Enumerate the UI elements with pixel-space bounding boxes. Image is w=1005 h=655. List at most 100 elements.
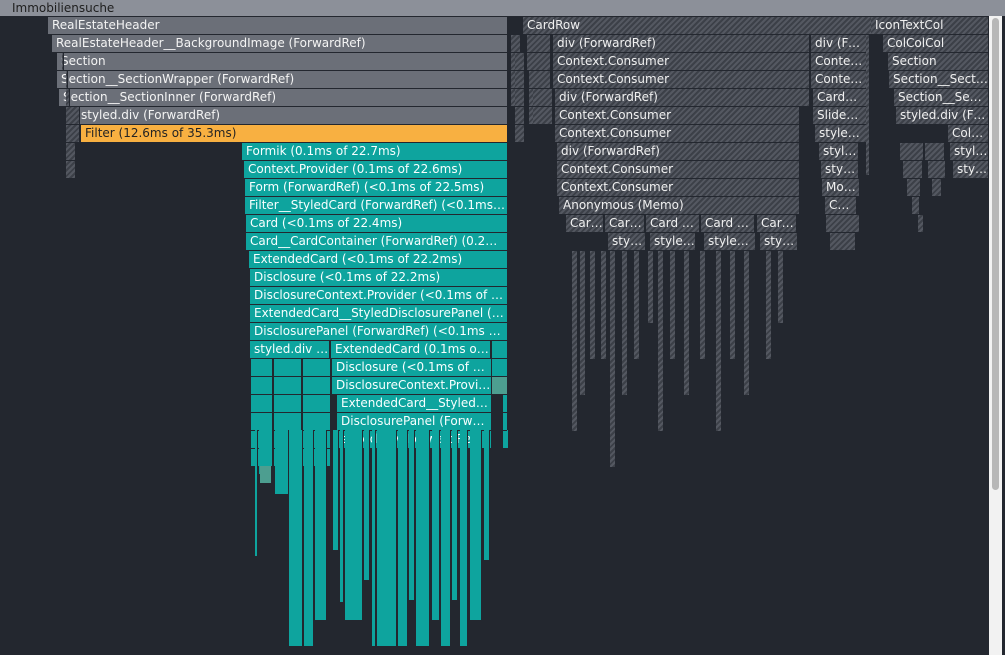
cardrow-node-1[interactable]: CardRow [523,17,877,34]
iconcol-node-5[interactable]: Section__Secti… [894,89,989,106]
card-grandchild-3[interactable]: styled… [704,233,756,250]
iconcol-node-8[interactable]: style… [950,143,989,160]
cardrow-stalactite[interactable] [700,251,706,359]
render-node-2[interactable]: Context.Provider (0.1ms of 22.6ms) [244,161,508,178]
render-node-11[interactable]: DisclosurePanel (ForwardRef) (<0.1ms of … [250,323,508,340]
rightcol-node-8[interactable]: styl… [821,161,859,178]
cardrow-stalactite[interactable] [766,251,772,359]
cardrow-stalactite[interactable] [601,251,607,359]
rightcol-sliver[interactable] [830,233,856,250]
cardrow-node-2[interactable]: div (ForwardRef) [553,35,810,52]
card-child-3[interactable]: Card k… [646,215,700,232]
flame-node-5[interactable]: Section__SectionInner (ForwardRef) [59,89,508,106]
rightcol-sliver[interactable] [866,35,870,175]
render-drip[interactable] [398,430,408,646]
flame-sliver[interactable] [66,71,68,88]
render-drip[interactable] [255,430,258,556]
rightcol-node-5[interactable]: Slide… [813,107,867,124]
iconcol-node-3[interactable]: Section [888,53,989,70]
render-drip[interactable] [345,430,363,620]
render-drip[interactable] [432,430,440,620]
render-tail[interactable] [503,395,508,412]
flame-sliver[interactable] [62,53,64,70]
cardrow-node-5[interactable]: div (ForwardRef) [555,89,810,106]
cardrow-stalactite[interactable] [670,251,676,359]
cardrow-stalactite[interactable] [716,251,722,431]
cardrow-node-11[interactable]: Anonymous (Memo) [559,197,800,214]
cardrow-stalactite[interactable] [572,251,578,431]
rightcol-node-7[interactable]: styl… [819,143,859,160]
cardrow-stalactite[interactable] [658,251,664,431]
render-drip[interactable] [275,430,289,494]
render-block[interactable] [251,395,273,412]
render-split-tail[interactable] [492,341,508,358]
cardrow-sliver[interactable] [521,71,525,88]
render-drip[interactable] [409,430,415,600]
cardrow-sliver[interactable] [515,107,525,124]
card-child-4[interactable]: Card k… [701,215,755,232]
card-grandchild-4[interactable]: styl… [760,233,798,250]
render-block[interactable] [303,359,331,376]
render-block[interactable] [303,395,331,412]
cardrow-stalactite[interactable] [648,251,654,323]
iconcol-node-1[interactable]: IconTextCol [871,17,989,34]
render-node-6[interactable]: Card__CardContainer (ForwardRef) (0.2ms… [246,233,508,250]
render-block[interactable] [303,377,331,394]
cardrow-sliver[interactable] [515,125,525,142]
rightcol-node-1[interactable]: div (Fo… [811,35,867,52]
render-sub-2[interactable]: DisclosureContext.Provi… [332,377,492,394]
render-drip[interactable] [289,430,303,646]
render-node-4[interactable]: Filter__StyledCard (ForwardRef) (<0.1ms … [245,197,508,214]
cardrow-node-10[interactable]: Context.Consumer [557,179,800,196]
render-node-1[interactable]: Formik (0.1ms of 22.7ms) [242,143,508,160]
render-tail[interactable] [503,413,508,430]
card-grandchild-1[interactable]: styl… [608,233,646,250]
render-block[interactable] [274,413,302,430]
iconcol-node-7[interactable]: ColC… [948,125,989,142]
cardrow-sliver[interactable] [529,71,551,88]
render-drip[interactable] [507,430,509,448]
render-drip[interactable] [377,430,397,646]
card-grandchild-2[interactable]: style… [650,233,696,250]
render-block[interactable] [274,359,302,376]
cardrow-node-4[interactable]: Context.Consumer [553,71,810,88]
render-drip[interactable] [470,430,482,620]
render-drip[interactable] [372,430,376,646]
cardrow-stalactite[interactable] [590,251,596,359]
rightcol-sliver[interactable] [826,215,860,232]
rightcol-node-2[interactable]: Contex… [811,53,867,70]
render-drip[interactable] [364,430,370,580]
render-block[interactable] [251,359,273,376]
iconcol-node-2[interactable]: ColColCol [883,35,989,52]
flame-node-6[interactable]: styled.div (ForwardRef) [77,107,508,124]
render-drip[interactable] [333,430,339,550]
render-block[interactable] [303,413,331,430]
cardrow-sliver[interactable] [533,89,553,106]
cardrow-sliver[interactable] [527,53,551,70]
flame-node-2[interactable]: RealEstateHeader__BackgroundImage (Forwa… [52,35,508,52]
render-node-9[interactable]: DisclosureContext.Provider (<0.1ms of 22… [250,287,508,304]
render-drip-highlight[interactable] [260,466,272,483]
cardrow-node-9[interactable]: Context.Consumer [557,161,800,178]
iconcol-sliver[interactable] [900,143,924,160]
rightcol-node-6[interactable]: style… [815,125,867,142]
cardrow-node-8[interactable]: div (ForwardRef) [557,143,800,160]
cardrow-stalactite[interactable] [580,251,586,395]
render-block[interactable] [251,413,273,430]
render-node-7[interactable]: ExtendedCard (<0.1ms of 22.2ms) [249,251,508,268]
flame-node-1[interactable]: RealEstateHeader [48,17,508,34]
iconcol-node-4[interactable]: Section__Secti… [889,71,989,88]
render-drip[interactable] [484,430,490,560]
render-sub-3[interactable]: ExtendedCard__Styled… [337,395,492,412]
cardrow-node-7[interactable]: Context.Consumer [555,125,800,142]
render-drip[interactable] [416,430,430,646]
scrollbar-thumb[interactable] [992,18,999,490]
iconcol-sliver[interactable] [918,215,924,232]
render-drip[interactable] [452,430,458,600]
iconcol-sliver[interactable] [925,143,945,160]
cardrow-sliver[interactable] [527,35,551,52]
iconcol-sliver[interactable] [932,179,942,196]
render-tail[interactable] [492,377,508,394]
cardrow-stalactite[interactable] [622,251,628,395]
iconcol-node-9[interactable]: sty… [953,161,989,178]
